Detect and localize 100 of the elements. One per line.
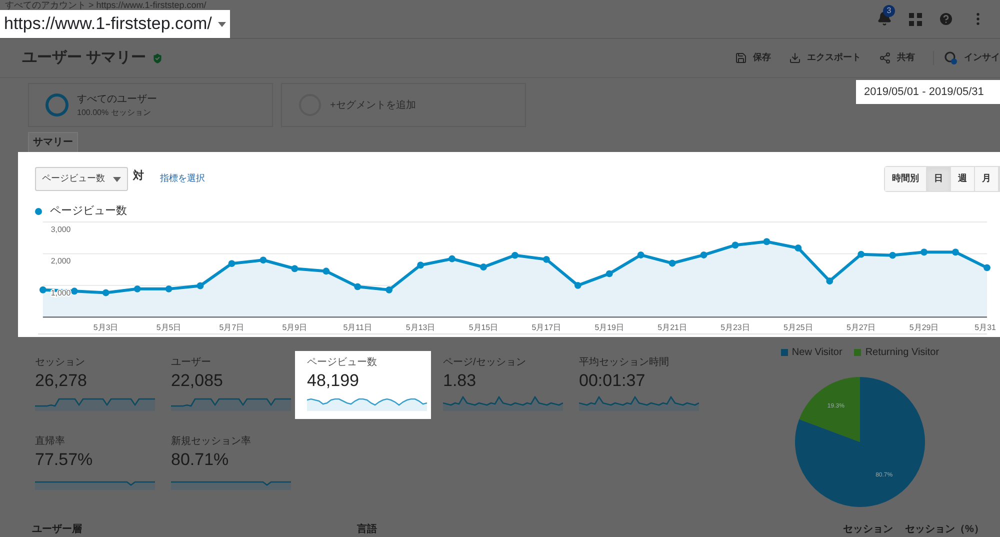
caret-icon <box>113 176 121 182</box>
data-point <box>889 252 896 259</box>
toolbar-button[interactable]: 共有 <box>879 51 915 65</box>
metric-value: 1.83 <box>443 370 478 392</box>
notification-badge: 3 <box>883 5 895 17</box>
metric-label: 平均セッション時間 <box>579 356 670 370</box>
metric-label: ページ/セッション <box>443 356 527 370</box>
legend-label: New Visitor <box>792 346 842 360</box>
x-tick-label: 5月19日 <box>594 323 624 332</box>
metric-label: セッション <box>35 356 86 370</box>
metric-value: 77.57% <box>35 449 94 471</box>
data-point <box>480 264 487 270</box>
data-point <box>448 255 456 262</box>
x-tick-label: 5月13日 <box>406 323 436 332</box>
toolbar-button[interactable]: エクスポート <box>789 51 861 65</box>
x-tick-label: 5月9日 <box>282 323 308 332</box>
x-tick-label: 5月17日 <box>532 323 562 332</box>
data-point <box>952 248 959 256</box>
metric-label: ページビュー数 <box>307 356 378 370</box>
data-point <box>606 270 613 278</box>
data-point <box>70 288 78 295</box>
metric-value: 22,085 <box>171 370 224 392</box>
data-point <box>354 283 362 290</box>
data-point <box>668 260 676 267</box>
insights-icon <box>944 51 958 65</box>
segment-subtitle: 100.00% セッション <box>77 106 152 118</box>
y-tick-label: 2,000 <box>50 256 71 266</box>
table-header: 言語 <box>357 522 378 536</box>
verified-shield-icon <box>151 52 164 64</box>
data-point <box>920 248 928 256</box>
x-tick-label: 5月31 <box>974 323 996 332</box>
metric-value: 48,199 <box>307 370 360 392</box>
help-icon[interactable] <box>938 11 954 27</box>
data-point <box>417 262 424 269</box>
data-point <box>165 285 172 292</box>
data-point <box>858 250 865 258</box>
data-point <box>196 282 204 290</box>
add-segment-label: +セグメントを追加 <box>330 98 416 112</box>
segment-card[interactable]: すべてのユーザー 100.00% セッション <box>28 83 273 127</box>
data-point <box>260 256 267 264</box>
data-point <box>386 286 393 294</box>
share-icon <box>879 52 891 64</box>
x-tick-label: 5月27日 <box>846 323 876 332</box>
x-tick-label: 5月23日 <box>720 323 750 332</box>
data-point <box>574 282 582 289</box>
x-tick-label: 5月3日 <box>93 323 118 332</box>
date-range-picker[interactable]: 2019/05/01 - 2019/05/31 <box>856 80 1000 104</box>
page-title: ユーザー サマリー <box>22 48 146 68</box>
data-point <box>134 285 141 292</box>
metric-value: 00:01:37 <box>579 370 646 392</box>
data-point <box>511 252 518 259</box>
data-point <box>794 244 802 252</box>
data-point <box>291 265 298 272</box>
tab[interactable]: サマリー <box>28 132 78 152</box>
data-point <box>322 268 330 275</box>
breadcrumb: すべてのアカウント > https://www.1-firststep.com/ <box>4 0 208 10</box>
table-header: セッション（%） <box>905 523 984 536</box>
x-tick-label: 5月21日 <box>658 323 687 332</box>
metric-tile[interactable]: 直帰率 77.57% <box>23 430 159 498</box>
ring-icon <box>45 93 69 117</box>
table-header: セッション <box>843 523 894 536</box>
metric-label: 新規セッション率 <box>171 434 252 449</box>
x-tick-label: 5月15日 <box>468 323 498 332</box>
segment-card[interactable]: +セグメントを追加 <box>281 83 526 127</box>
metric-value: 26,278 <box>35 370 88 392</box>
data-point <box>542 256 550 263</box>
x-tick-label: 5月29日 <box>909 323 939 332</box>
data-point <box>637 252 644 258</box>
metric-label: 直帰率 <box>35 434 66 449</box>
segment-title: すべてのユーザー <box>77 92 157 106</box>
apps-grid-icon[interactable] <box>909 12 922 26</box>
metric-tile[interactable]: ページビュー数 48,199 <box>295 351 431 419</box>
metric-value: 80.71% <box>171 449 230 471</box>
data-point <box>700 252 708 258</box>
x-tick-label: 5月7日 <box>219 323 244 332</box>
metric-label: ユーザー <box>171 356 212 370</box>
y-tick-label: 3,000 <box>50 224 71 234</box>
granularity-button[interactable]: 時間別 <box>885 167 927 191</box>
toolbar-button[interactable]: 保存 <box>735 51 771 65</box>
legend-label: Returning Visitor <box>865 346 940 360</box>
legend-swatch <box>780 349 788 356</box>
x-tick-label: 5月25日 <box>784 323 813 332</box>
data-point <box>763 238 770 246</box>
data-point <box>39 286 46 294</box>
data-point <box>826 278 834 284</box>
metric-tile[interactable]: ページ/セッション 1.83 <box>431 351 567 419</box>
metric-tile[interactable]: 新規セッション率 80.71% <box>159 430 295 498</box>
metric-tile[interactable]: 平均セッション時間 00:01:37 <box>567 351 703 419</box>
metric-dropdown[interactable]: ページビュー数 <box>35 167 128 191</box>
versus-label: 対 <box>133 168 144 184</box>
metric-tile[interactable]: セッション 26,278 <box>23 351 159 419</box>
save-icon <box>735 52 747 64</box>
select-metric-link[interactable]: 指標を選択 <box>160 172 205 186</box>
data-point <box>228 260 236 267</box>
metric-tile[interactable]: ユーザー 22,085 <box>159 351 295 419</box>
caret-icon <box>218 22 226 26</box>
legend-label: ページビュー数 <box>50 204 127 219</box>
property-selector[interactable]: https://www.1-firststep.com/ <box>0 10 230 38</box>
toolbar-button[interactable]: インサイ <box>933 51 1000 65</box>
granularity-button[interactable]: 日 <box>927 167 951 191</box>
